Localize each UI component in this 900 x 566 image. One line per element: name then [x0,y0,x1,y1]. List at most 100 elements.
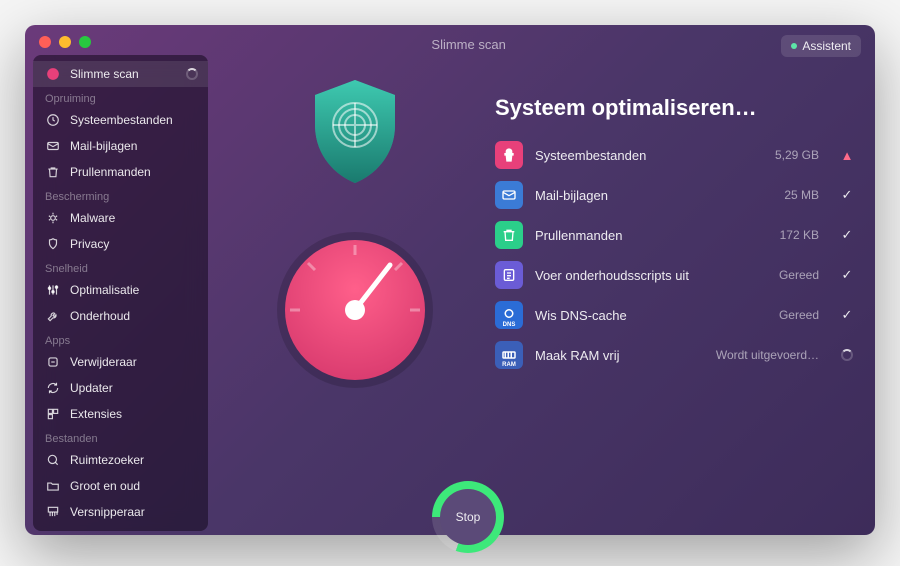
scripts-icon [495,261,523,289]
task-row[interactable]: DNS Wis DNS-cache Gereed ✓ [495,301,855,329]
task-value: 25 MB [784,188,819,202]
task-status: ✓ [839,187,855,203]
stop-label: Stop [440,489,496,545]
task-status: ✓ [839,307,855,323]
shredder-icon [45,504,61,520]
mail-attachment-icon [495,181,523,209]
trash-icon [495,221,523,249]
fullscreen-window-button[interactable] [79,36,91,48]
app-window: Slimme scan Assistent Slimme scan Opruim… [25,25,875,535]
sidebar-item-maintenance[interactable]: Onderhoud [33,303,208,329]
sidebar-item-label: Malware [70,211,115,225]
cleanup-icon [495,141,523,169]
task-status: ✓ [839,227,855,243]
task-label: Maak RAM vrij [535,348,704,363]
sidebar-item-large-old[interactable]: Groot en oud [33,473,208,499]
task-row[interactable]: Prullenmanden 172 KB ✓ [495,221,855,249]
task-list: Systeembestanden 5,29 GB ▲ Mail-bijlagen… [495,141,855,369]
sidebar: Slimme scan Opruiming Systeembestanden M… [33,55,208,531]
task-value: 5,29 GB [775,148,819,162]
space-lens-icon [45,452,61,468]
dns-icon: DNS [495,301,523,329]
sidebar-item-label: Groot en oud [70,479,140,493]
task-row[interactable]: RAM Maak RAM vrij Wordt uitgevoerd… [495,341,855,369]
task-label: Systeembestanden [535,148,763,163]
system-junk-icon [45,112,61,128]
sidebar-item-mail-attachments[interactable]: Mail-bijlagen [33,133,208,159]
privacy-icon [45,236,61,252]
sidebar-item-privacy[interactable]: Privacy [33,231,208,257]
task-value: Wordt uitgevoerd… [716,348,819,362]
main-content: Systeem optimaliseren… Systeembestanden … [225,65,855,525]
header-right: Assistent [781,35,861,57]
sidebar-item-trash-bins[interactable]: Prullenmanden [33,159,208,185]
task-value: Gereed [779,268,819,282]
updater-icon [45,380,61,396]
sidebar-heading-cleanup: Opruiming [33,87,208,107]
close-window-button[interactable] [39,36,51,48]
extensions-icon [45,406,61,422]
sidebar-item-updater[interactable]: Updater [33,375,208,401]
window-controls [39,36,91,48]
page-title: Slimme scan [431,37,505,52]
results-column: Systeem optimaliseren… Systeembestanden … [485,65,855,525]
task-status: ▲ [839,148,855,163]
sidebar-item-label: Versnipperaar [70,505,145,519]
sidebar-item-smart-scan[interactable]: Slimme scan [33,61,208,87]
task-label: Prullenmanden [535,228,768,243]
task-status [839,349,855,361]
task-label: Wis DNS-cache [535,308,767,323]
stop-button[interactable]: Stop [432,481,504,553]
check-icon: ✓ [842,307,853,323]
assistant-label: Assistent [802,39,851,53]
progress-ring: Stop [432,481,504,553]
sidebar-heading-apps: Apps [33,329,208,349]
sidebar-item-optimization[interactable]: Optimalisatie [33,277,208,303]
task-value: 172 KB [780,228,819,242]
check-icon: ✓ [842,187,853,203]
sidebar-item-label: Prullenmanden [70,165,151,179]
scanning-spinner-icon [186,68,198,80]
illustration-column [225,65,485,525]
task-row[interactable]: Mail-bijlagen 25 MB ✓ [495,181,855,209]
sidebar-item-system-junk[interactable]: Systeembestanden [33,107,208,133]
task-status: ✓ [839,267,855,283]
sidebar-item-label: Onderhoud [70,309,130,323]
running-spinner-icon [841,349,853,361]
sidebar-heading-speed: Snelheid [33,257,208,277]
task-row[interactable]: Voer onderhoudsscripts uit Gereed ✓ [495,261,855,289]
speedometer-gauge-icon [270,225,440,395]
task-value: Gereed [779,308,819,322]
sidebar-item-label: Privacy [70,237,109,251]
sidebar-item-space-lens[interactable]: Ruimtezoeker [33,447,208,473]
sidebar-item-label: Extensies [70,407,122,421]
smart-scan-icon [45,66,61,82]
trash-icon [45,164,61,180]
sidebar-item-label: Optimalisatie [70,283,139,297]
sidebar-item-label: Slimme scan [70,67,139,81]
minimize-window-button[interactable] [59,36,71,48]
task-row[interactable]: Systeembestanden 5,29 GB ▲ [495,141,855,169]
sidebar-item-shredder[interactable]: Versnipperaar [33,499,208,525]
wrench-icon [45,308,61,324]
assistant-status-dot [791,43,797,49]
sidebar-heading-protection: Bescherming [33,185,208,205]
sidebar-item-label: Mail-bijlagen [70,139,137,153]
sidebar-item-label: Updater [70,381,113,395]
sidebar-item-label: Verwijderaar [70,355,137,369]
sidebar-item-label: Systeembestanden [70,113,173,127]
sidebar-heading-files: Bestanden [33,427,208,447]
assistant-button[interactable]: Assistent [781,35,861,57]
sidebar-item-label: Ruimtezoeker [70,453,144,467]
warning-icon: ▲ [841,148,854,163]
check-icon: ✓ [842,227,853,243]
sidebar-item-malware[interactable]: Malware [33,205,208,231]
sidebar-item-uninstaller[interactable]: Verwijderaar [33,349,208,375]
folder-icon [45,478,61,494]
task-label: Mail-bijlagen [535,188,772,203]
check-icon: ✓ [842,267,853,283]
main-title: Systeem optimaliseren… [495,95,855,121]
malware-icon [45,210,61,226]
sidebar-item-extensions[interactable]: Extensies [33,401,208,427]
task-label: Voer onderhoudsscripts uit [535,268,767,283]
